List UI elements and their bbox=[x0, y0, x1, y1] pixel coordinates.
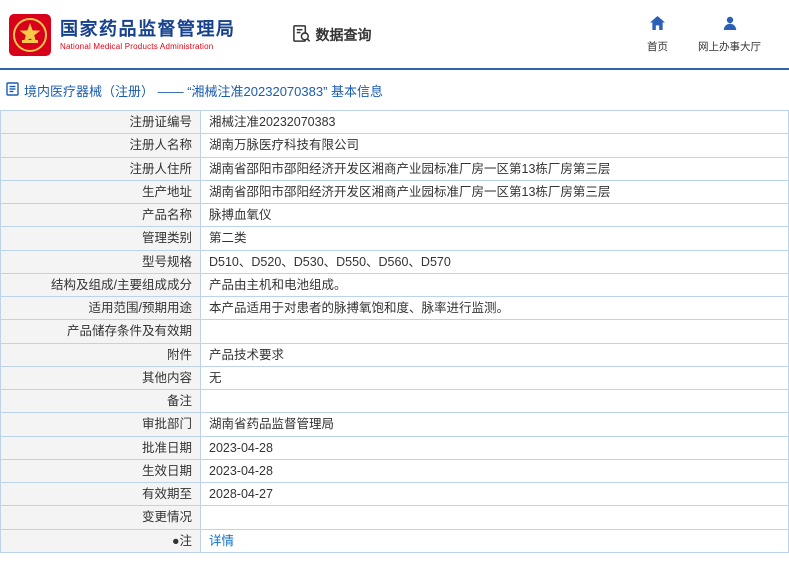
field-label: 备注 bbox=[1, 390, 201, 413]
person-icon bbox=[723, 16, 737, 35]
table-row: 生产地址湖南省邵阳市邵阳经济开发区湘商产业园标准厂房一区第13栋厂房第三层 bbox=[1, 180, 789, 203]
nav-home-label: 首页 bbox=[647, 39, 668, 54]
nav-query-label: 数据查询 bbox=[316, 25, 372, 45]
table-row: 其他内容无 bbox=[1, 366, 789, 389]
field-value: 2023-04-28 bbox=[201, 436, 789, 459]
field-label: 附件 bbox=[1, 343, 201, 366]
field-value: 脉搏血氧仪 bbox=[201, 204, 789, 227]
header-right-nav: 首页 网上办事大厅 bbox=[647, 16, 771, 54]
table-row: 产品储存条件及有效期 bbox=[1, 320, 789, 343]
field-value: 2028-04-27 bbox=[201, 483, 789, 506]
info-table-body: 注册证编号湘械注准20232070383注册人名称湖南万脉医疗科技有限公司注册人… bbox=[1, 111, 789, 553]
page-header: 国家药品监督管理局 National Medical Products Admi… bbox=[0, 0, 789, 68]
field-label: 审批部门 bbox=[1, 413, 201, 436]
table-row: 审批部门湖南省药品监督管理局 bbox=[1, 413, 789, 436]
field-value bbox=[201, 320, 789, 343]
field-label: 生效日期 bbox=[1, 459, 201, 482]
field-label: 批准日期 bbox=[1, 436, 201, 459]
field-value: 产品由主机和电池组成。 bbox=[201, 273, 789, 296]
field-label: 产品储存条件及有效期 bbox=[1, 320, 201, 343]
field-label: 生产地址 bbox=[1, 180, 201, 203]
field-label: 变更情况 bbox=[1, 506, 201, 529]
table-row: ●注详情 bbox=[1, 529, 789, 552]
table-row: 附件产品技术要求 bbox=[1, 343, 789, 366]
breadcrumb-text: 境内医疗器械（注册） —— “湘械注准20232070383” 基本信息 bbox=[24, 81, 383, 100]
table-row: 有效期至2028-04-27 bbox=[1, 483, 789, 506]
field-label: 注册人住所 bbox=[1, 157, 201, 180]
nav-data-query[interactable]: 数据查询 bbox=[292, 24, 372, 46]
table-row: 适用范围/预期用途本产品适用于对患者的脉搏氧饱和度、脉率进行监测。 bbox=[1, 297, 789, 320]
registration-info-table: 注册证编号湘械注准20232070383注册人名称湖南万脉医疗科技有限公司注册人… bbox=[0, 110, 789, 553]
field-value: 本产品适用于对患者的脉搏氧饱和度、脉率进行监测。 bbox=[201, 297, 789, 320]
field-value: 详情 bbox=[201, 529, 789, 552]
field-label: 型号规格 bbox=[1, 250, 201, 273]
table-row: 管理类别第二类 bbox=[1, 227, 789, 250]
field-value: 湖南省邵阳市邵阳经济开发区湘商产业园标准厂房一区第13栋厂房第三层 bbox=[201, 180, 789, 203]
org-name-en: National Medical Products Administration bbox=[60, 42, 236, 51]
field-value: 湖南省邵阳市邵阳经济开发区湘商产业园标准厂房一区第13栋厂房第三层 bbox=[201, 157, 789, 180]
table-row: 批准日期2023-04-28 bbox=[1, 436, 789, 459]
table-row: 生效日期2023-04-28 bbox=[1, 459, 789, 482]
field-label: 注册人名称 bbox=[1, 134, 201, 157]
field-label: 注册证编号 bbox=[1, 111, 201, 134]
table-row: 产品名称脉搏血氧仪 bbox=[1, 204, 789, 227]
field-value: 产品技术要求 bbox=[201, 343, 789, 366]
field-value: 2023-04-28 bbox=[201, 459, 789, 482]
document-icon bbox=[6, 82, 19, 99]
table-row: 注册人名称湖南万脉医疗科技有限公司 bbox=[1, 134, 789, 157]
table-row: 型号规格D510、D520、D530、D550、D560、D570 bbox=[1, 250, 789, 273]
field-label: 适用范围/预期用途 bbox=[1, 297, 201, 320]
field-label: 结构及组成/主要组成成分 bbox=[1, 273, 201, 296]
document-magnifier-icon bbox=[292, 24, 311, 46]
org-name-cn: 国家药品监督管理局 bbox=[60, 19, 236, 40]
field-value bbox=[201, 506, 789, 529]
home-icon bbox=[650, 16, 665, 35]
nav-home[interactable]: 首页 bbox=[647, 16, 668, 54]
table-row: 变更情况 bbox=[1, 506, 789, 529]
field-value: 湘械注准20232070383 bbox=[201, 111, 789, 134]
field-label: 其他内容 bbox=[1, 366, 201, 389]
nav-service-hall[interactable]: 网上办事大厅 bbox=[698, 16, 761, 54]
field-label: 产品名称 bbox=[1, 204, 201, 227]
field-value: 湖南省药品监督管理局 bbox=[201, 413, 789, 436]
table-row: 备注 bbox=[1, 390, 789, 413]
field-label: 管理类别 bbox=[1, 227, 201, 250]
breadcrumb: 境内医疗器械（注册） —— “湘械注准20232070383” 基本信息 bbox=[0, 70, 789, 110]
nav-hall-label: 网上办事大厅 bbox=[698, 39, 761, 54]
table-row: 注册证编号湘械注准20232070383 bbox=[1, 111, 789, 134]
field-value: 第二类 bbox=[201, 227, 789, 250]
brand-block: 国家药品监督管理局 National Medical Products Admi… bbox=[60, 19, 236, 52]
field-value bbox=[201, 390, 789, 413]
national-emblem-icon bbox=[8, 13, 52, 57]
field-value: 湖南万脉医疗科技有限公司 bbox=[201, 134, 789, 157]
field-value: D510、D520、D530、D550、D560、D570 bbox=[201, 250, 789, 273]
field-label: 有效期至 bbox=[1, 483, 201, 506]
table-row: 注册人住所湖南省邵阳市邵阳经济开发区湘商产业园标准厂房一区第13栋厂房第三层 bbox=[1, 157, 789, 180]
detail-link[interactable]: 详情 bbox=[209, 534, 234, 548]
field-label: ●注 bbox=[1, 529, 201, 552]
field-value: 无 bbox=[201, 366, 789, 389]
table-row: 结构及组成/主要组成成分产品由主机和电池组成。 bbox=[1, 273, 789, 296]
